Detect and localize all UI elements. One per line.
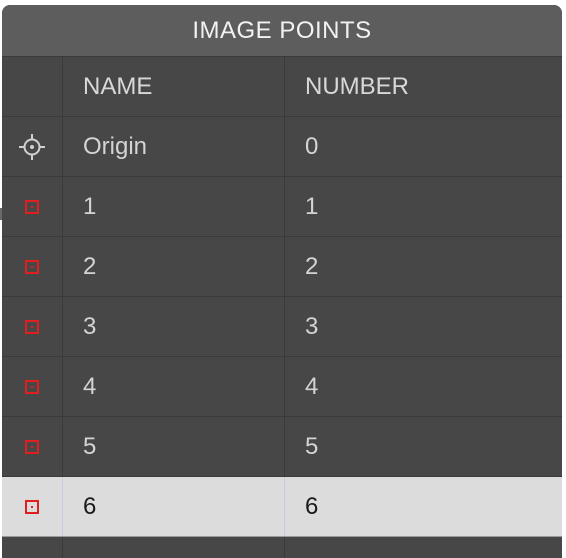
- table-row[interactable]: 1 1: [2, 177, 562, 237]
- row-icon-cell: [2, 117, 63, 176]
- red-point-icon: [25, 199, 39, 214]
- row-number-cell[interactable]: 3: [285, 297, 562, 356]
- row-name-cell[interactable]: 1: [63, 177, 285, 236]
- table-row[interactable]: Origin 0: [2, 117, 562, 177]
- column-header-name[interactable]: NAME: [63, 57, 285, 116]
- red-point-icon: [25, 319, 39, 334]
- crosshair-icon: [19, 133, 45, 160]
- row-name-cell[interactable]: Origin: [63, 117, 285, 176]
- table-header-row: NAME NUMBER: [2, 57, 562, 117]
- row-icon-cell: [2, 297, 63, 356]
- red-point-icon: [25, 499, 39, 514]
- table-row[interactable]: 2 2: [2, 237, 562, 297]
- column-header-number[interactable]: NUMBER: [285, 57, 562, 116]
- row-name-cell: [63, 537, 285, 558]
- row-number-cell[interactable]: 1: [285, 177, 562, 236]
- row-number-cell[interactable]: 5: [285, 417, 562, 476]
- image-points-table: NAME NUMBER Origin 0 1 1 2 2 3 3 4 4 5 5…: [2, 57, 562, 558]
- row-number-cell[interactable]: 2: [285, 237, 562, 296]
- red-point-icon: [25, 259, 39, 274]
- row-number-cell[interactable]: 4: [285, 357, 562, 416]
- row-icon-cell: [2, 357, 63, 416]
- row-number-cell: [285, 537, 562, 558]
- row-name-cell[interactable]: 6: [63, 477, 285, 536]
- row-icon-cell: [2, 417, 63, 476]
- panel-title: IMAGE POINTS: [2, 5, 562, 57]
- table-row-empty: [2, 537, 562, 558]
- table-row[interactable]: 4 4: [2, 357, 562, 417]
- red-point-icon: [25, 379, 39, 394]
- row-icon-cell: [2, 237, 63, 296]
- row-name-cell[interactable]: 2: [63, 237, 285, 296]
- red-point-icon: [25, 439, 39, 454]
- row-icon-cell: [2, 537, 63, 558]
- row-number-cell[interactable]: 0: [285, 117, 562, 176]
- row-icon-cell: [2, 477, 63, 536]
- row-name-cell[interactable]: 3: [63, 297, 285, 356]
- row-name-cell[interactable]: 4: [63, 357, 285, 416]
- column-header-icon: [2, 57, 63, 116]
- image-points-panel: IMAGE POINTS NAME NUMBER Origin 0 1 1 2 …: [2, 5, 562, 558]
- row-number-cell[interactable]: 6: [285, 477, 562, 536]
- table-row[interactable]: 5 5: [2, 417, 562, 477]
- row-name-cell[interactable]: 5: [63, 417, 285, 476]
- table-row-selected[interactable]: 6 6: [2, 477, 562, 537]
- table-row[interactable]: 3 3: [2, 297, 562, 357]
- row-icon-cell: [2, 177, 63, 236]
